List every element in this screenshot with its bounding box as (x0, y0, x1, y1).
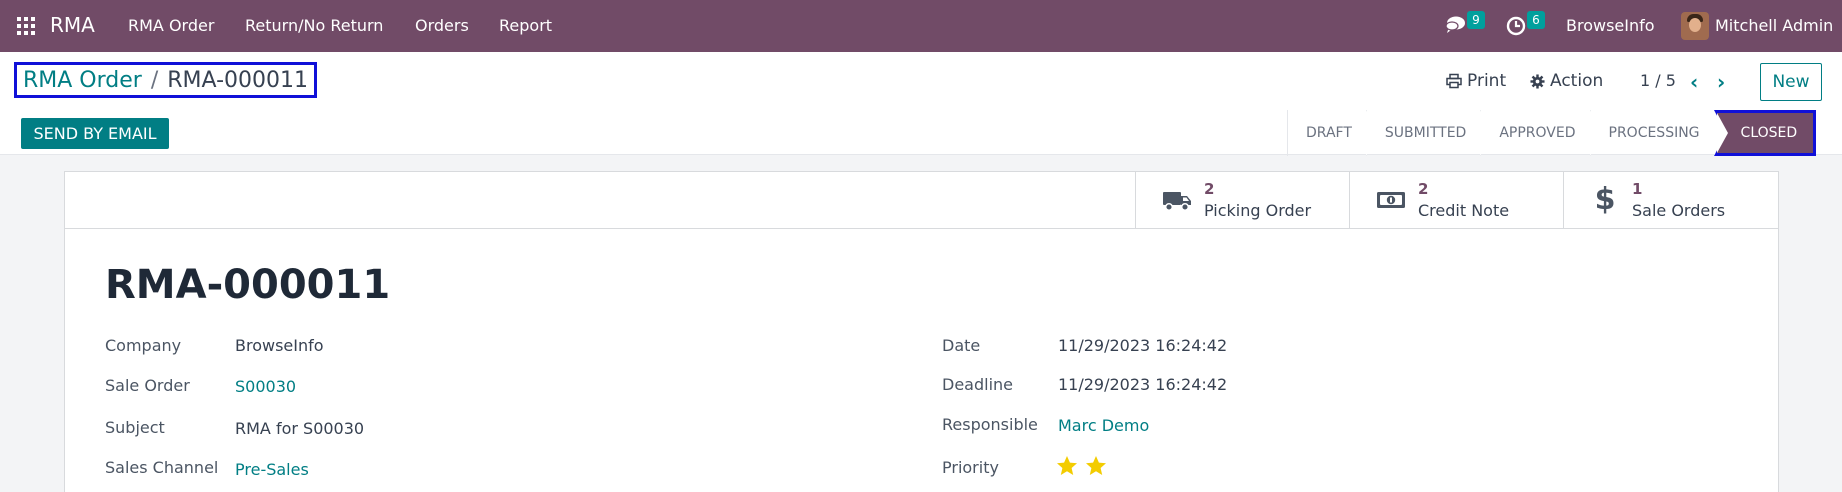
priority-star-icon[interactable] (1055, 454, 1079, 478)
menu-rma-order[interactable]: RMA Order (128, 16, 214, 35)
control-panel: RMA Order / RMA-000011 Print Action 1 / … (0, 52, 1842, 156)
stage-submitted[interactable]: SUBMITTED (1365, 110, 1493, 156)
deadline-value[interactable]: 11/29/2023 16:24:42 (1058, 375, 1227, 394)
stage-processing[interactable]: PROCESSING (1589, 110, 1726, 156)
new-button[interactable]: New (1760, 63, 1822, 101)
credit-note-smart-button[interactable]: 2 Credit Note (1349, 172, 1563, 228)
picking-order-label: Picking Order (1204, 201, 1312, 220)
breadcrumb-parent-link[interactable]: RMA Order (23, 68, 142, 93)
breadcrumb-current: RMA-000011 (167, 67, 309, 93)
smart-buttons-row: 2 Picking Order 2 Credit Note $ 1 Sale O… (65, 172, 1778, 229)
status-bar: DRAFT SUBMITTED APPROVED PROCESSING CLOS… (1287, 110, 1817, 156)
print-icon (1446, 73, 1462, 89)
pager-value[interactable]: 1 / 5 (1640, 71, 1676, 90)
menu-orders[interactable]: Orders (415, 16, 469, 35)
chat-icon[interactable] (1444, 14, 1466, 36)
breadcrumb-separator: / (150, 67, 159, 93)
top-navbar: RMA RMA Order Return/No Return Orders Re… (0, 0, 1842, 52)
priority-star-icon[interactable] (1084, 454, 1108, 478)
date-label: Date (942, 336, 981, 355)
user-avatar[interactable] (1681, 12, 1709, 40)
pager-next-icon[interactable]: › (1717, 70, 1725, 94)
pager-previous-icon[interactable]: ‹ (1690, 70, 1698, 94)
record-title: RMA-000011 (105, 262, 391, 308)
stage-draft[interactable]: DRAFT (1287, 110, 1378, 156)
apps-grid-icon[interactable] (16, 16, 36, 36)
stage-closed-label: CLOSED (1740, 125, 1798, 141)
priority-label: Priority (942, 458, 999, 477)
sale-orders-label: Sale Orders (1632, 201, 1726, 220)
company-label: Company (105, 336, 182, 355)
credit-note-count: 2 (1418, 180, 1429, 198)
responsible-label: Responsible (942, 415, 1038, 434)
print-label: Print (1467, 71, 1507, 91)
company-value[interactable]: BrowseInfo (235, 336, 324, 355)
messages-count-badge: 9 (1467, 11, 1485, 29)
subject-label: Subject (105, 418, 165, 437)
dollar-icon: $ (1594, 182, 1616, 217)
action-label: Action (1550, 71, 1604, 91)
picking-order-smart-button[interactable]: 2 Picking Order (1135, 172, 1349, 228)
sales-channel-link[interactable]: Pre-Sales (235, 460, 309, 479)
sale-order-link[interactable]: S00030 (235, 377, 296, 396)
picking-order-count: 2 (1204, 180, 1215, 198)
app-brand[interactable]: RMA (50, 13, 95, 37)
sale-orders-smart-button[interactable]: $ 1 Sale Orders (1563, 172, 1777, 228)
user-menu[interactable]: Mitchell Admin (1715, 16, 1833, 35)
truck-icon (1163, 192, 1191, 212)
print-button[interactable]: Print (1446, 71, 1506, 91)
menu-report[interactable]: Report (499, 16, 552, 35)
stage-closed[interactable]: CLOSED (1713, 110, 1817, 156)
deadline-label: Deadline (942, 375, 1013, 394)
sales-channel-label: Sales Channel (105, 458, 219, 477)
send-by-email-button[interactable]: SEND BY EMAIL (21, 118, 169, 149)
breadcrumb: RMA Order / RMA-000011 (14, 62, 318, 98)
subject-value[interactable]: RMA for S00030 (235, 419, 364, 438)
action-button[interactable]: Action (1530, 71, 1603, 91)
responsible-link[interactable]: Marc Demo (1058, 416, 1149, 435)
activities-count-badge: 6 (1527, 11, 1545, 29)
sale-orders-count: 1 (1632, 180, 1643, 198)
money-icon (1377, 192, 1405, 208)
gear-icon (1530, 73, 1545, 89)
credit-note-label: Credit Note (1418, 201, 1510, 220)
menu-return-no-return[interactable]: Return/No Return (245, 16, 383, 35)
date-value[interactable]: 11/29/2023 16:24:42 (1058, 336, 1227, 355)
company-switcher[interactable]: BrowseInfo (1566, 16, 1655, 35)
form-sheet: 2 Picking Order 2 Credit Note $ 1 Sale O… (64, 171, 1779, 492)
sale-order-label: Sale Order (105, 376, 190, 395)
stage-approved[interactable]: APPROVED (1480, 110, 1602, 156)
clock-icon[interactable] (1505, 14, 1527, 36)
